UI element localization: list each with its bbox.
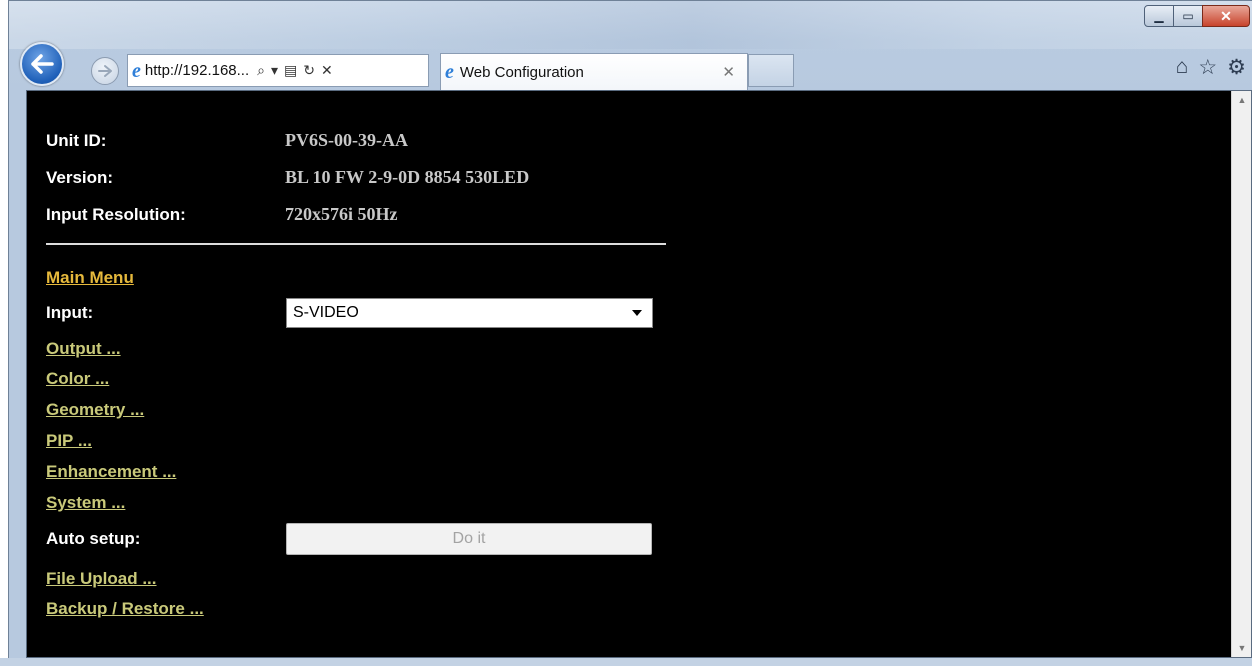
new-tab-button[interactable]: [748, 54, 794, 87]
geometry-link[interactable]: Geometry ...: [46, 400, 144, 420]
ie-tab-icon: e: [445, 61, 454, 83]
command-icons: ⌂ ☆ ⚙: [1176, 55, 1246, 80]
scroll-down-icon[interactable]: ▼: [1232, 639, 1251, 657]
unit-id-label: Unit ID:: [46, 131, 107, 150]
unit-id-value: PV6S-00-39-AA: [285, 130, 408, 150]
address-bar[interactable]: e http://192.168... ⌕ ▾ ▤ ↻ ✕: [127, 54, 429, 87]
enhancement-link[interactable]: Enhancement ...: [46, 462, 176, 482]
search-icon[interactable]: ⌕: [257, 62, 265, 79]
stop-icon[interactable]: ✕: [321, 62, 333, 79]
favorites-star-icon[interactable]: ☆: [1198, 55, 1217, 80]
chevron-down-icon: [632, 310, 642, 316]
home-icon[interactable]: ⌂: [1176, 55, 1189, 80]
file-upload-link[interactable]: File Upload ...: [46, 569, 157, 589]
input-label: Input:: [46, 303, 94, 322]
divider: [46, 243, 666, 245]
input-select[interactable]: S-VIDEO: [286, 298, 653, 328]
main-menu-link[interactable]: Main Menu: [46, 268, 134, 288]
ie-page-icon: e: [132, 59, 141, 82]
tab-web-configuration[interactable]: e Web Configuration ✕: [440, 53, 748, 90]
input-resolution-value: 720x576i 50Hz: [285, 204, 398, 224]
back-button[interactable]: [20, 42, 64, 86]
forward-button[interactable]: [91, 57, 119, 85]
vertical-scrollbar[interactable]: ▲ ▼: [1231, 91, 1251, 657]
system-link[interactable]: System ...: [46, 493, 125, 513]
address-url[interactable]: http://192.168...: [145, 62, 249, 79]
auto-setup-label: Auto setup:: [46, 529, 141, 548]
page-viewport: Unit ID: PV6S-00-39-AA Version: BL 10 FW…: [26, 90, 1252, 658]
pip-link[interactable]: PIP ...: [46, 431, 92, 451]
back-arrow-icon: [31, 54, 54, 74]
minimize-icon[interactable]: ▁: [1144, 5, 1174, 27]
version-label: Version:: [46, 168, 114, 187]
refresh-icon[interactable]: ↻: [303, 62, 315, 79]
forward-arrow-icon: [98, 65, 112, 77]
tab-title: Web Configuration: [459, 63, 584, 81]
scroll-up-icon[interactable]: ▲: [1232, 91, 1251, 109]
compatibility-icon[interactable]: ▤: [284, 62, 297, 79]
do-it-button[interactable]: Do it: [286, 523, 652, 555]
input-resolution-label: Input Resolution:: [46, 205, 186, 224]
dropdown-icon[interactable]: ▾: [271, 62, 278, 79]
backup-restore-link[interactable]: Backup / Restore ...: [46, 599, 204, 619]
window-controls: ▁ ▭ ✕: [1144, 5, 1250, 27]
window-bottom-border: [0, 658, 1252, 666]
maximize-icon[interactable]: ▭: [1173, 5, 1203, 27]
output-link[interactable]: Output ...: [46, 339, 121, 359]
address-tools: ⌕ ▾ ▤ ↻ ✕: [257, 62, 333, 79]
tab-close-icon[interactable]: ✕: [722, 63, 735, 81]
title-bar[interactable]: [9, 1, 1252, 49]
input-selected-value: S-VIDEO: [293, 304, 359, 321]
gear-icon[interactable]: ⚙: [1227, 55, 1246, 80]
version-value: BL 10 FW 2-9-0D 8854 530LED: [285, 167, 530, 187]
color-link[interactable]: Color ...: [46, 369, 109, 389]
close-icon[interactable]: ✕: [1202, 5, 1250, 27]
